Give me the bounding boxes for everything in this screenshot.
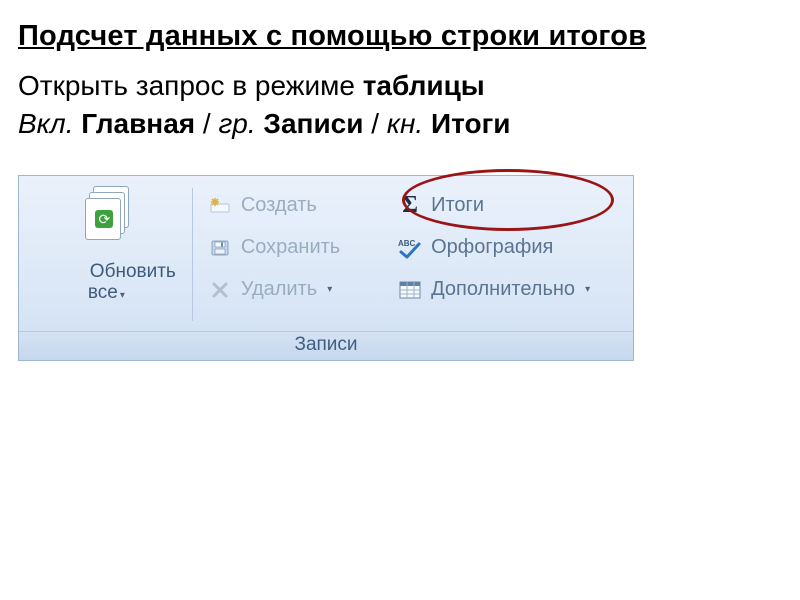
- instr-sep2: /: [363, 108, 386, 139]
- more-label: Дополнительно: [431, 278, 575, 301]
- spelling-button[interactable]: ABC Орфография: [393, 228, 615, 268]
- ribbon-buttons-grid: Создать Σ Итоги Сохранит: [199, 184, 623, 330]
- dropdown-arrow-icon: ▾: [120, 290, 125, 301]
- refresh-icon: [79, 186, 133, 240]
- instructions: Открыть запрос в режиме таблицы Вкл. Гла…: [18, 67, 782, 143]
- sigma-icon: Σ: [397, 195, 423, 217]
- more-icon: [397, 279, 423, 301]
- save-label: Сохранить: [241, 236, 340, 259]
- ribbon-group-label: Записи: [19, 331, 633, 360]
- instr-line1-bold: таблицы: [363, 70, 485, 101]
- ribbon-records-group: Обновить все▾: [18, 175, 634, 362]
- divider: [192, 188, 193, 322]
- dropdown-arrow-icon: ▾: [327, 284, 332, 295]
- save-button[interactable]: Сохранить: [203, 228, 365, 268]
- delete-icon: [207, 279, 233, 301]
- new-record-label: Создать: [241, 194, 317, 217]
- ribbon: Обновить все▾: [18, 175, 634, 362]
- totals-button[interactable]: Σ Итоги: [393, 186, 615, 226]
- instr-vkl: Вкл.: [18, 108, 73, 139]
- dropdown-arrow-icon: ▾: [585, 284, 590, 295]
- instr-main-tab: Главная: [81, 108, 195, 139]
- save-icon: [207, 237, 233, 259]
- totals-label: Итоги: [431, 194, 484, 217]
- new-record-button[interactable]: Создать: [203, 186, 365, 226]
- svg-text:ABC: ABC: [398, 239, 416, 248]
- new-icon: [207, 195, 233, 217]
- refresh-all-button[interactable]: Обновить все▾: [27, 184, 186, 330]
- instr-sep1: /: [195, 108, 218, 139]
- spelling-label: Орфография: [431, 236, 553, 259]
- more-button[interactable]: Дополнительно ▾: [393, 270, 615, 310]
- ribbon-body: Обновить все▾: [19, 176, 633, 332]
- page-title: Подсчет данных с помощью строки итогов: [18, 20, 782, 53]
- instr-kn: кн.: [387, 108, 423, 139]
- refresh-all-label: Обновить все: [88, 261, 176, 303]
- delete-label: Удалить: [241, 278, 317, 301]
- instr-group-records: Записи: [263, 108, 363, 139]
- instr-button-totals: Итоги: [431, 108, 510, 139]
- instr-gr: гр.: [218, 108, 255, 139]
- spellcheck-icon: ABC: [397, 237, 423, 259]
- instr-line1-prefix: Открыть запрос в режиме: [18, 70, 363, 101]
- delete-button[interactable]: Удалить ▾: [203, 270, 365, 310]
